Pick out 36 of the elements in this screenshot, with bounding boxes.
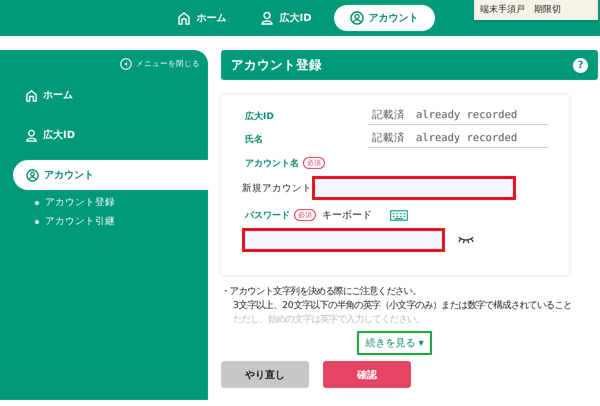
person-icon	[260, 11, 274, 25]
password-input[interactable]	[242, 228, 445, 252]
account-input[interactable]	[312, 176, 516, 200]
field-label: 新規アカウント	[242, 182, 312, 194]
reset-button[interactable]: やり直し	[221, 361, 309, 388]
eye-closed-icon[interactable]	[457, 235, 475, 245]
field-value: 記載済 already recorded	[368, 131, 548, 148]
confirm-button[interactable]: 確認	[323, 361, 411, 388]
note-text: 3文字以上、20文字以下の半角の英字（小文字のみ）または数字で構成されていること	[232, 299, 573, 313]
note-text: ・アカウント文字列を決める際にご注意ください。	[221, 285, 422, 299]
home-icon	[177, 11, 192, 25]
sidebar-item[interactable]: 広大ID	[0, 120, 208, 150]
collapse-icon	[120, 58, 132, 70]
user-circle-icon	[26, 168, 39, 182]
field-label: 氏名	[245, 133, 264, 146]
user-circle-icon	[350, 11, 364, 25]
help-button[interactable]: ?	[573, 58, 588, 72]
field-value: 記載済 already recorded	[368, 108, 548, 125]
field-label: 広大ID	[245, 110, 275, 123]
person-icon	[25, 128, 38, 142]
keyboard-label: キーボード	[322, 209, 372, 222]
nav-tab[interactable]: ホーム	[165, 5, 238, 31]
nav-tab[interactable]: 広大ID	[248, 5, 324, 31]
sidebar-subitem[interactable]: アカウント登録	[0, 196, 115, 209]
panel-title: アカウント登録	[231, 56, 322, 74]
field-label: アカウント名	[245, 158, 299, 170]
home-icon	[25, 88, 38, 102]
show-more-link[interactable]: 続きを見る ▾	[357, 331, 432, 355]
sidebar-subitem[interactable]: アカウント引継	[0, 215, 115, 228]
keyboard-icon[interactable]	[390, 210, 408, 220]
field-label: パスワード	[245, 210, 290, 222]
tooltip: 端末手須戸 期限切	[474, 0, 598, 20]
sidebar-item[interactable]: アカウント	[13, 160, 208, 190]
sidebar-item[interactable]: ホーム	[0, 80, 208, 110]
nav-tab[interactable]: アカウント	[334, 5, 435, 31]
note-text: ただし、始めの文字は英字で入力してください。	[232, 313, 426, 327]
